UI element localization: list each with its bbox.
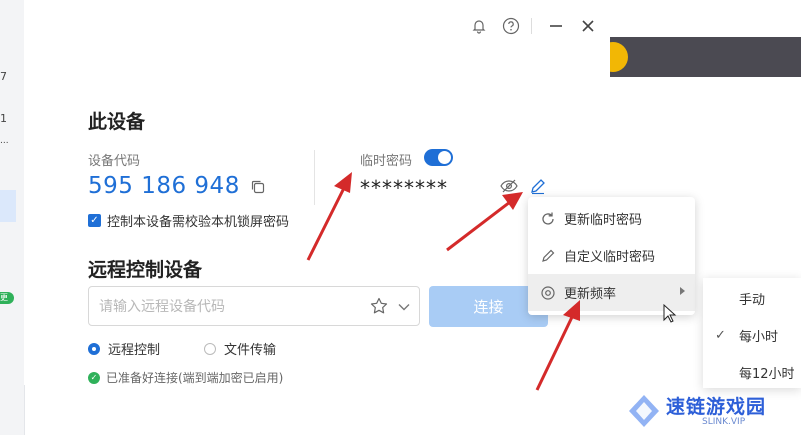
submenu-item-manual[interactable]: 手动 [703,280,801,317]
chevron-down-icon[interactable] [397,299,411,313]
main-window: 此设备 设备代码 595 186 948 临时密码 ******** ✓ 控制本… [24,0,610,385]
connection-status-text: 已准备好连接(端到端加密已启用) [106,371,284,385]
menu-item-label: 更新频率 [564,287,617,302]
submenu-item-12-hours[interactable]: 每12小时 [703,354,801,391]
lock-screen-checkbox[interactable]: ✓ [88,214,101,227]
background-dark-band [610,37,801,77]
title-bar-divider [531,18,532,34]
remote-code-input-box[interactable] [88,286,420,327]
submenu-item-label: 每12小时 [739,367,795,382]
mode-remote-control-option[interactable]: 远程控制 [88,339,160,358]
vertical-divider [314,150,315,205]
minimize-icon[interactable] [542,12,570,40]
pencil-icon[interactable] [529,177,547,195]
radio-remote-control-label: 远程控制 [108,343,161,358]
pencil-icon [542,249,555,262]
this-device-title: 此设备 [88,111,146,133]
menu-item-label: 更新临时密码 [564,213,643,228]
eye-slash-icon[interactable] [499,177,519,195]
check-icon: ✓ [715,328,726,343]
frequency-icon [541,285,555,300]
radio-file-transfer-label: 文件传输 [224,343,277,358]
update-frequency-submenu: 手动 ✓ 每小时 每12小时 [703,278,801,388]
strip-badge: 更 [0,292,14,304]
remote-control-title: 远程控制设备 [88,259,203,281]
watermark-diamond-icon [629,395,659,427]
strip-text-fragment: ... [0,136,9,146]
close-icon[interactable] [574,12,602,40]
temp-password-menu: 更新临时密码 自定义临时密码 更新频率 [528,197,695,315]
lock-screen-checkbox-label: 控制本设备需校验本机锁屏密码 [107,215,290,230]
title-bar [461,12,602,40]
watermark-title: 速链游戏园 [666,396,767,418]
radio-remote-control[interactable] [88,342,100,355]
bell-icon[interactable] [465,12,493,40]
connection-status: ✓ 已准备好连接(端到端加密已启用) [88,369,283,386]
device-code-label: 设备代码 [88,154,141,169]
watermark-subtitle: SLINK.VIP [702,417,746,427]
menu-item-label: 自定义临时密码 [564,250,656,265]
refresh-icon [542,212,554,225]
menu-item-custom-password[interactable]: 自定义临时密码 [528,237,695,274]
submenu-item-hourly[interactable]: ✓ 每小时 [703,317,801,354]
shield-check-icon: ✓ [88,371,100,384]
watermark-logo: 速链游戏园 SLINK.VIP [624,389,801,435]
mouse-cursor-icon [663,304,677,323]
strip-selected-item [0,190,16,222]
submenu-item-label: 手动 [739,293,766,308]
temp-password-label: 临时密码 [360,154,413,169]
radio-file-transfer[interactable] [204,342,216,355]
star-icon[interactable] [369,296,389,316]
device-code-value: 595 186 948 [88,173,240,199]
background-window-strip: 7 1 ... 更 [0,0,25,435]
temp-password-toggle[interactable] [424,149,453,166]
menu-item-refresh-password[interactable]: 更新临时密码 [528,200,695,237]
question-circle-icon[interactable] [497,12,525,40]
mode-file-transfer-option[interactable]: 文件传输 [204,339,276,358]
copy-icon[interactable] [249,178,267,196]
lock-screen-checkbox-row[interactable]: ✓ 控制本设备需校验本机锁屏密码 [88,211,289,230]
submenu-item-label: 每小时 [739,330,779,345]
submenu-arrow-icon [680,287,685,295]
toggle-knob [438,151,451,164]
remote-code-input[interactable] [97,287,361,327]
temp-password-value: ******** [360,176,448,200]
strip-text-fragment: 1 [0,112,7,125]
strip-text-fragment: 7 [0,70,7,83]
